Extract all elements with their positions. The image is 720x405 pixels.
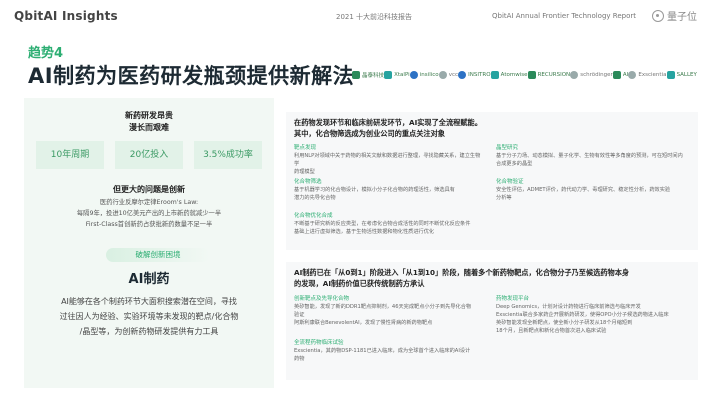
company-logo: SALLEY: [666, 71, 697, 79]
report-title-cn: 2021 十大前沿科技报告: [336, 13, 413, 21]
progress-heading: AI制药已在「从0到1」阶段进入「从1到10」阶段，随着多个新药物靶点，化合物分…: [294, 268, 630, 277]
company-logo: RECURSION: [527, 71, 570, 79]
progress-heading-line2: 的发现，AI制药价值已获传统制药方承认: [294, 279, 425, 288]
company-logo: AI: [612, 71, 628, 79]
trend-label: 趋势4: [28, 46, 64, 61]
page-header: QbitAI Insights 2021 十大前沿科技报告 QbitAI Ann…: [0, 0, 720, 36]
progress-panel: AI制药已在「从0到1」阶段进入「从1到10」阶段，随着多个新药物靶点，化合物分…: [286, 262, 698, 380]
ai-pharma-title: AI制药: [128, 272, 170, 287]
company-logo: schrödinger: [570, 71, 613, 79]
discovery-heading-line2: 其中，化合物筛选成为创业公司的重点关注对象: [294, 129, 445, 138]
company-logo: 晶泰科技: [352, 71, 384, 79]
item-compound-screening: 化合物筛选 基于机器学习的化合物设计，模拟小分子化合物的药理活性，筛选具有 潜力…: [294, 179, 455, 201]
ai-text-line: AI能够在各个制药环节大面积搜索潜在空间，寻找: [61, 297, 237, 306]
ai-text-line: /晶型等，为创新药物研发提供有力工具: [79, 327, 219, 336]
cost-heading-line2: 漫长而艰难: [129, 123, 169, 132]
company-logos-strip: 晶泰科技 XtalPi insilico vcc INSITRO Atomwis…: [352, 66, 697, 84]
left-panel: 新药研发昂贵 漫长而艰难 10年周期 20亿投入 3.5%成功率 但更大的问题是…: [24, 98, 274, 388]
company-logo: Atomwise: [490, 71, 527, 79]
company-logo: Exscientia: [628, 71, 666, 79]
company-logo-icon: [458, 71, 467, 79]
page-title: AI制药为医药研发瓶颈提供新解法: [28, 64, 355, 88]
company-logo: XtalPi: [384, 71, 410, 79]
company-logo-icon: [527, 71, 536, 79]
qbitai-logo: 量子位: [652, 8, 697, 23]
company-logo: insilico: [409, 71, 439, 79]
company-logo: vcc: [438, 71, 458, 79]
cost-heading: 新药研发昂贵: [125, 111, 173, 120]
company-logo-icon: [628, 71, 637, 79]
item-discovery-platform: 药物发现平台 Deep Genomics，计划对设计药物进行临床前筛选与临床开发…: [496, 296, 669, 334]
company-logo-icon: [352, 71, 360, 79]
innovation-heading: 但更大的问题是创新: [113, 185, 185, 194]
item-clinical-trials: 全流程药物临床试验 Exscientia，其药物DSP-1181已进入临床，成为…: [294, 340, 471, 362]
item-compound-validation: 化合物验证 安全性评估，ADMET评价，药代动力学、毒理研究、稳定性分析，药效实…: [496, 179, 671, 201]
stat-investment: 20亿投入: [115, 141, 183, 169]
company-logo-icon: [490, 71, 499, 79]
stat-success-rate: 3.5%成功率: [194, 141, 262, 169]
discovery-heading: 在药物发现环节和临床前研发环节，AI实现了全流程赋能。: [294, 118, 482, 127]
company-logo-icon: [666, 71, 675, 79]
eroom-law-line: First-Class首创新药占获批新药数量不足一半: [85, 221, 213, 228]
company-logo-icon: [384, 71, 393, 79]
company-logo-icon: [570, 71, 579, 79]
company-logo: INSITRO: [458, 71, 491, 79]
ai-pharma-description: AI能够在各个制药环节大面积搜索潜在空间，寻找 过往因人为经验、实验环境等未发现…: [24, 294, 274, 339]
item-new-targets: 创新靶点及先导化合物 英矽智能，发现了新的DDR1靶点抑制剂，46天完成靶点小分…: [294, 296, 472, 326]
company-logo-icon: [409, 71, 418, 79]
item-crystal-research: 晶型研究 基于分子力场、动态模拟、量子化学、生物有效性等多角度的预测，可在短时间…: [496, 145, 683, 167]
ai-text-line: 过往因人为经验、实验环境等未发现的靶点/化合物: [59, 312, 239, 321]
company-logo-icon: [438, 71, 447, 79]
qbitai-logo-text: 量子位: [667, 12, 697, 23]
company-logo-icon: [612, 71, 621, 79]
eroom-law-line: 每隔9年，投进10亿美元产出的上市新药就减少一半: [76, 210, 222, 217]
qbitai-logo-icon: [652, 9, 664, 22]
eroom-law-line: 医药行业反摩尔定律Eroom's Law:: [99, 199, 199, 206]
discovery-panel: 在药物发现环节和临床前研发环节，AI实现了全流程赋能。 其中，化合物筛选成为创业…: [286, 112, 698, 250]
item-compound-optimization: 化合物优化合成 不断基于研究新的反应类型，在考虑化合物合成活性的同时不断优化反应…: [294, 213, 471, 235]
innovation-pill: 破解创新困境: [106, 248, 210, 262]
brand-title: QbitAI Insights: [14, 9, 118, 23]
item-target-discovery: 靶点发现 利用NLP对领域中关于药物的相关文献和数据进行整理，寻找隐藏关系，建立…: [294, 145, 481, 175]
stat-cycle: 10年周期: [36, 141, 104, 169]
report-title-en: QbitAI Annual Frontier Technology Report: [492, 12, 636, 20]
